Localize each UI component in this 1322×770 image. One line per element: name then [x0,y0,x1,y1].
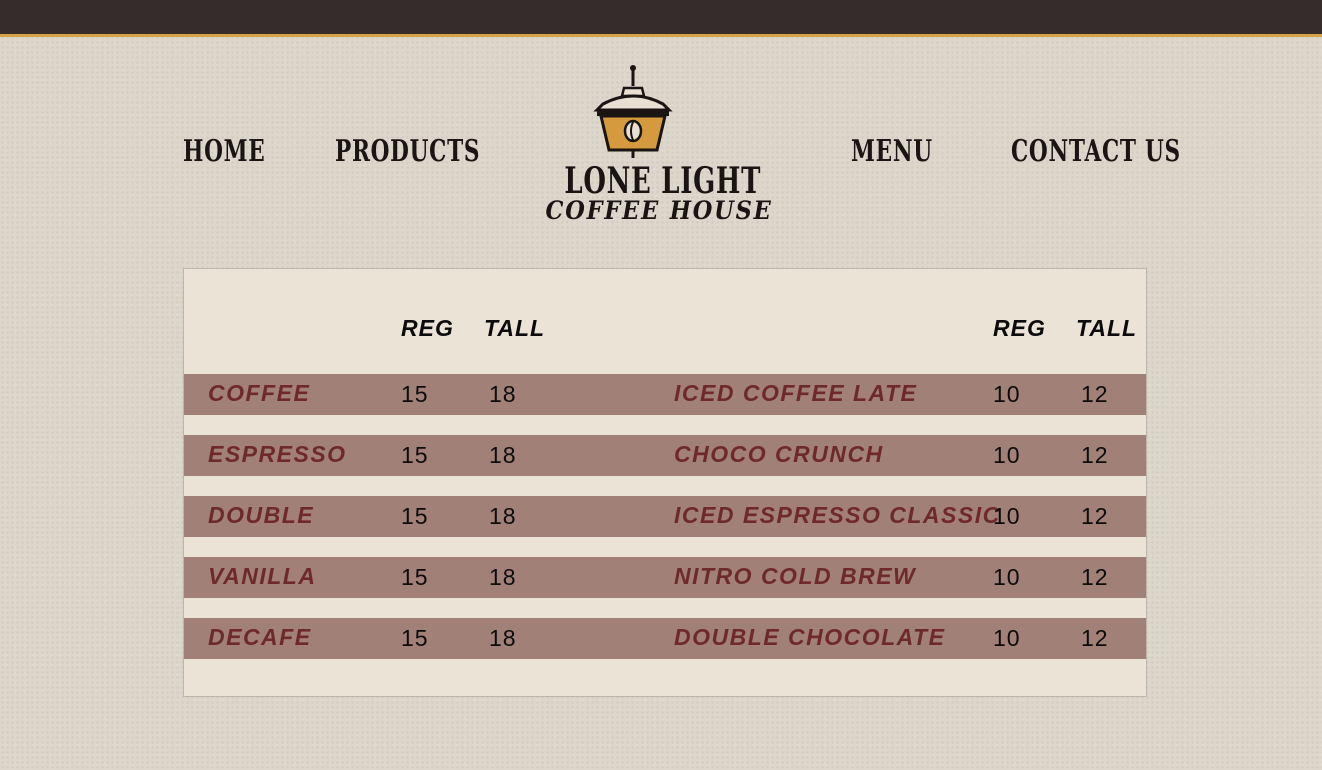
menu-item-reg-price: 15 [401,442,429,468]
menu-item-name: CHOCO CRUNCH [674,441,884,467]
menu-item-reg-price: 10 [993,564,1021,590]
menu-item-reg-price: 10 [993,503,1021,529]
menu-item-tall-price: 12 [1081,564,1109,590]
top-bar [0,0,1322,37]
right-reg-header: REG [993,315,1046,341]
menu-item-name: ICED ESPRESSO CLASSIC [674,502,1001,528]
left-reg-header: REG [401,315,454,341]
left-tall-header: TALL [484,315,546,341]
menu-item-tall-price: 18 [489,503,517,529]
nav-menu-link[interactable]: MENU [851,134,933,174]
nav-products-link[interactable]: PRODUCTS [335,134,480,174]
nav-contact-link[interactable]: CONTACT US [1011,134,1181,174]
menu-item-name: ESPRESSO [208,441,347,467]
menu-item-name: NITRO COLD BREW [674,563,917,589]
menu-item-tall-price: 18 [489,564,517,590]
menu-item-reg-price: 15 [401,503,429,529]
right-tall-header: TALL [1076,315,1138,341]
menu-board: REG TALL REG TALL COFFEE 15 18 ICED COFF… [183,268,1147,697]
menu-item-tall-price: 12 [1081,625,1109,651]
menu-row: DECAFE 15 18 DOUBLE CHOCOLATE 10 12 [184,618,1146,659]
menu-item-tall-price: 12 [1081,442,1109,468]
menu-row: COFFEE 15 18 ICED COFFEE LATE 10 12 [184,374,1146,415]
menu-row: ESPRESSO 15 18 CHOCO CRUNCH 10 12 [184,435,1146,476]
nav-home-link[interactable]: HOME [183,134,265,174]
menu-item-tall-price: 12 [1081,503,1109,529]
menu-item-reg-price: 15 [401,564,429,590]
menu-item-name: DOUBLE CHOCOLATE [674,624,946,650]
menu-item-name: VANILLA [208,563,317,589]
menu-item-tall-price: 18 [489,442,517,468]
menu-item-tall-price: 18 [489,625,517,651]
menu-item-reg-price: 10 [993,442,1021,468]
menu-item-tall-price: 18 [489,381,517,407]
menu-item-reg-price: 15 [401,625,429,651]
menu-item-reg-price: 10 [993,381,1021,407]
menu-item-name: DOUBLE [208,502,315,528]
brand-tagline: COFFEE HOUSE [545,196,773,225]
menu-item-name: ICED COFFEE LATE [674,380,918,406]
menu-item-name: COFFEE [208,380,311,406]
site-logo[interactable]: LONE LIGHT COFFEE HOUSE [535,64,773,229]
lantern-coffee-bean-icon [593,65,673,158]
menu-row: DOUBLE 15 18 ICED ESPRESSO CLASSIC 10 12 [184,496,1146,537]
menu-item-reg-price: 15 [401,381,429,407]
menu-item-reg-price: 10 [993,625,1021,651]
menu-row: VANILLA 15 18 NITRO COLD BREW 10 12 [184,557,1146,598]
menu-item-tall-price: 12 [1081,381,1109,407]
menu-item-name: DECAFE [208,624,312,650]
